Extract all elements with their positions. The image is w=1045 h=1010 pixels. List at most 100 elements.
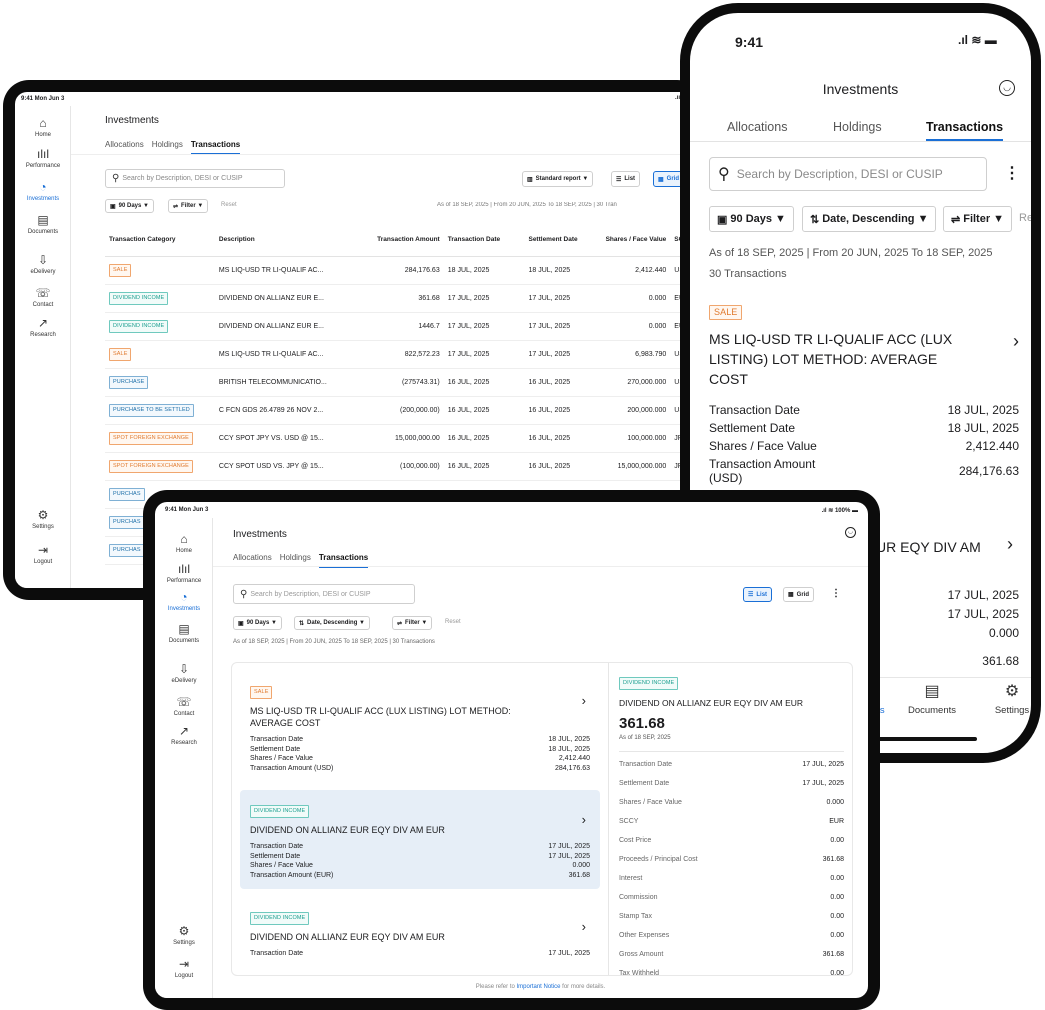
profile-icon[interactable]: ◡: [999, 80, 1015, 96]
card-detail-row: Transaction Amount (USD) 284,176.63: [709, 457, 1019, 485]
important-notice-link[interactable]: Important Notice: [516, 984, 560, 990]
transaction-count: 30 Transactions: [709, 268, 787, 280]
sidebar-item-performance[interactable]: ılıl Performance: [15, 147, 71, 169]
sidebar-item-label: Home: [34, 132, 51, 138]
nav-settings[interactable]: ⚙ Settings: [982, 683, 1031, 716]
table-row[interactable]: DIVIDEND INCOME DIVIDEND ON ALLIANZ EUR E…: [105, 284, 695, 312]
chevron-right-icon[interactable]: ›: [582, 919, 586, 934]
table-row[interactable]: DIVIDEND INCOME DIVIDEND ON ALLIANZ EUR E…: [105, 312, 695, 340]
tab-transactions[interactable]: Transactions: [926, 120, 1004, 141]
tab-allocations[interactable]: Allocations: [233, 553, 272, 562]
reset-link[interactable]: Reset: [221, 202, 237, 208]
date-range-summary: As of 18 SEP, 2025 | From 20 JUN, 2025 T…: [233, 639, 435, 645]
documents-icon: ▤: [924, 683, 940, 700]
card-detail-row: Transaction Date 17 JUL, 2025: [250, 950, 590, 957]
phone-title: Investments: [822, 81, 899, 97]
search-input[interactable]: ⚲ Search by Description, DESI or CUSIP: [709, 157, 987, 191]
tab-transactions[interactable]: Transactions: [190, 140, 241, 155]
table-row[interactable]: SALE MS LIQ-USD TR LI-QUALIF AC... 822,572…: [105, 340, 695, 368]
sidebar-item-documents[interactable]: ▤ Documents: [15, 213, 71, 235]
sidebar-item-investments[interactable]: ◔ Investments: [15, 180, 71, 202]
chevron-right-icon[interactable]: ›: [1007, 534, 1013, 555]
search-input[interactable]: ⚲ Search by Description, DESI or CUSIP: [105, 169, 285, 188]
settings-icon: ⚙: [1004, 683, 1020, 700]
table-cell: 6,983.790: [635, 350, 667, 358]
detail-row: SCCY EUR: [619, 812, 844, 831]
list-view-button[interactable]: ☰ List: [743, 587, 773, 602]
sidebar-item-label: Investments: [167, 606, 201, 612]
transaction-card[interactable]: SALE MS LIQ-USD TR LI-QUALIF ACC (LUX LIS…: [240, 671, 600, 782]
profile-icon[interactable]: ◡: [845, 527, 856, 538]
sidebar-item-home[interactable]: ⌂ Home: [15, 116, 71, 138]
table-row[interactable]: SPOT FOREIGN EXCHANGE CCY SPOT JPY VS. US…: [105, 424, 695, 452]
table-cell: MS LIQ-USD TR LI-QUALIF AC...: [218, 350, 324, 358]
sidebar-item-settings[interactable]: ⚙ Settings: [155, 924, 213, 946]
sidebar-item-home[interactable]: ⌂ Home: [155, 532, 213, 554]
detail-label: Stamp Tax: [619, 913, 652, 920]
calendar-icon: ▣: [110, 203, 116, 210]
detail-row: Commission 0.00: [619, 888, 844, 907]
filter-button[interactable]: ⇌ Filter ▼: [168, 199, 209, 213]
nav-documents[interactable]: ▤ Documents: [902, 683, 962, 716]
tab-allocations[interactable]: Allocations: [105, 140, 144, 149]
sidebar-item-settings[interactable]: ⚙ Settings: [15, 508, 71, 530]
performance-icon: ılıl: [37, 147, 49, 161]
tab-bar: Allocations Holdings Transactions: [233, 553, 376, 568]
sidebar-item-contact[interactable]: ☏ Contact: [155, 695, 213, 717]
table-cell: 16 JUL, 2025: [447, 378, 490, 386]
filter-button[interactable]: ⇌ Filter ▼: [392, 616, 433, 630]
sidebar-item-logout[interactable]: ⇥ Logout: [15, 543, 71, 565]
table-cell: (275743.31): [401, 378, 440, 386]
transaction-card[interactable]: DIVIDEND INCOME DIVIDEND ON ALLIANZ EUR E…: [240, 790, 600, 889]
main-content: Investments ◡ Allocations Holdings Transac…: [213, 518, 868, 998]
chevron-right-icon[interactable]: ›: [582, 693, 586, 708]
chevron-right-icon[interactable]: ›: [582, 812, 586, 827]
chevron-right-icon[interactable]: ›: [1013, 331, 1019, 352]
transaction-card[interactable]: DIVIDEND INCOME DIVIDEND ON ALLIANZ EUR E…: [240, 897, 600, 968]
sort-button[interactable]: ⇅ Date, Descending ▼: [294, 616, 370, 630]
days-filter-button[interactable]: ▣ 90 Days ▼: [233, 616, 282, 630]
sort-button[interactable]: ⇅ Date, Descending ▼: [802, 206, 937, 232]
more-options-icon[interactable]: ⋮: [831, 588, 841, 599]
sidebar-item-contact[interactable]: ☏ Contact: [15, 286, 71, 308]
table-row[interactable]: PURCHASE TO BE SETTLED C FCN GDS 26.4789 …: [105, 396, 695, 424]
reset-link[interactable]: Reset: [445, 619, 461, 625]
sidebar-item-edelivery[interactable]: ⇩ eDelivery: [15, 253, 71, 275]
days-filter-button[interactable]: ▣ 90 Days ▼: [709, 206, 794, 232]
table-cell: SPOT FOREIGN EXCHANGE: [105, 424, 215, 452]
tab-allocations[interactable]: Allocations: [727, 120, 787, 134]
category-badge: SALE: [250, 686, 273, 699]
sidebar-item-research[interactable]: ↗ Research: [155, 724, 213, 746]
sidebar-item-research[interactable]: ↗ Research: [15, 316, 71, 338]
detail-label: Commission: [619, 894, 658, 901]
detail-value: 0.00: [830, 932, 844, 939]
date-range-summary: As of 18 SEP, 2025 | From 20 JUN, 2025 T…: [709, 247, 993, 259]
more-options-icon[interactable]: ⋮: [1004, 163, 1020, 183]
sidebar-item-logout[interactable]: ⇥ Logout: [155, 957, 213, 979]
detail-value: 17 JUL, 2025: [947, 588, 1019, 602]
sidebar-item-performance[interactable]: ılıl Performance: [155, 562, 213, 584]
days-filter-button[interactable]: ▣ 90 Days ▼: [105, 199, 154, 213]
sidebar-item-edelivery[interactable]: ⇩ eDelivery: [155, 662, 213, 684]
category-badge: PURCHASE TO BE SETTLED: [109, 403, 194, 417]
phone-card[interactable]: SALE MS LIQ-USD TR LI-QUALIF ACC (LUX LI…: [709, 302, 1019, 489]
table-row[interactable]: SPOT FOREIGN EXCHANGE CCY SPOT USD VS. JP…: [105, 452, 695, 480]
grid-view-button[interactable]: ▦ Grid: [783, 587, 815, 602]
table-cell: BRITISH TELECOMMUNICATIO...: [218, 378, 327, 386]
tab-holdings[interactable]: Holdings: [280, 553, 311, 562]
sidebar-item-investments[interactable]: ◔ Investments: [155, 590, 213, 612]
reset-link[interactable]: Re: [1019, 212, 1031, 224]
list-view-button[interactable]: ☰ List: [611, 171, 641, 187]
page-title: Investments: [105, 115, 159, 126]
filter-button[interactable]: ⇌ Filter ▼: [943, 206, 1013, 232]
table-row[interactable]: SALE MS LIQ-USD TR LI-QUALIF AC... 284,176…: [105, 256, 695, 284]
standard-report-dropdown[interactable]: ▥ Standard report ▼: [522, 171, 594, 187]
table-row[interactable]: PURCHASE BRITISH TELECOMMUNICATIO... (2757…: [105, 368, 695, 396]
search-input[interactable]: ⚲ Search by Description, DESI or CUSIP: [233, 584, 415, 604]
tab-holdings[interactable]: Holdings: [152, 140, 183, 149]
tab-holdings[interactable]: Holdings: [833, 120, 882, 134]
sidebar-item-documents[interactable]: ▤ Documents: [155, 622, 213, 644]
category-badge: SPOT FOREIGN EXCHANGE: [109, 459, 193, 473]
table-cell: 822,572.23: [404, 350, 440, 358]
table-cell: 361.68: [418, 294, 440, 302]
